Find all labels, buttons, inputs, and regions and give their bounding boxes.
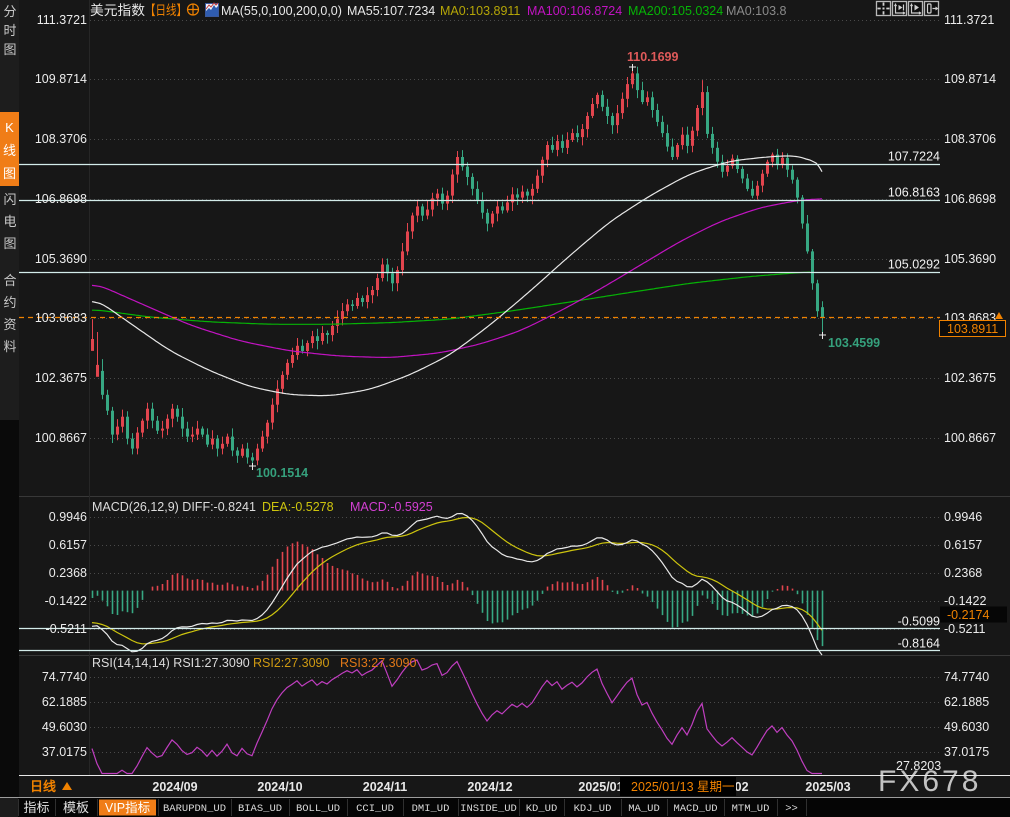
svg-text:约: 约	[3, 295, 16, 310]
svg-text:102.3675: 102.3675	[35, 371, 87, 385]
svg-text:0.9946: 0.9946	[944, 510, 982, 524]
svg-text:106.8163: 106.8163	[888, 186, 940, 200]
svg-text:DMI_UD: DMI_UD	[412, 803, 450, 815]
svg-text:-0.5211: -0.5211	[46, 622, 88, 636]
svg-text:2024/11: 2024/11	[363, 780, 408, 794]
svg-text:MA55:107.7234: MA55:107.7234	[347, 4, 435, 18]
svg-text:0.2368: 0.2368	[49, 566, 87, 580]
svg-text:KD_UD: KD_UD	[526, 803, 558, 815]
svg-text:INSIDE_UD: INSIDE_UD	[460, 803, 517, 815]
svg-text:MACD_UD: MACD_UD	[673, 803, 717, 815]
svg-text:CCI_UD: CCI_UD	[356, 803, 394, 815]
svg-text:VIP指标: VIP指标	[105, 800, 150, 815]
svg-text:BIAS_UD: BIAS_UD	[238, 803, 282, 815]
svg-text:2024/10: 2024/10	[257, 780, 302, 794]
svg-text:MACD:-0.5925: MACD:-0.5925	[350, 500, 433, 514]
svg-text:MACD(26,12,9) DIFF:-0.8241: MACD(26,12,9) DIFF:-0.8241	[92, 500, 256, 514]
svg-text:KDJ_UD: KDJ_UD	[574, 803, 612, 815]
svg-text:图: 图	[3, 42, 16, 57]
svg-text:100.8667: 100.8667	[944, 431, 996, 445]
svg-text:MA0:103.8: MA0:103.8	[726, 4, 787, 18]
svg-text:100.1514: 100.1514	[256, 466, 308, 480]
svg-text:-0.5099: -0.5099	[898, 615, 940, 629]
svg-text:模板: 模板	[63, 800, 89, 815]
svg-text:2025/03: 2025/03	[805, 780, 850, 794]
svg-text:DEA:-0.5278: DEA:-0.5278	[262, 500, 334, 514]
svg-text:2024/09: 2024/09	[152, 780, 197, 794]
svg-text:MTM_UD: MTM_UD	[732, 803, 770, 815]
svg-text:分: 分	[3, 4, 16, 19]
svg-text:110.1699: 110.1699	[627, 50, 678, 64]
svg-text:-0.2174: -0.2174	[947, 608, 989, 622]
svg-text:2024/12: 2024/12	[467, 780, 512, 794]
svg-text:37.0175: 37.0175	[944, 745, 989, 759]
svg-text:>>: >>	[785, 803, 798, 815]
svg-text:103.8911: 103.8911	[947, 322, 998, 336]
svg-text:105.0292: 105.0292	[888, 258, 940, 272]
svg-text:K: K	[5, 120, 14, 135]
svg-text:111.3721: 111.3721	[37, 13, 87, 27]
svg-text:资: 资	[3, 317, 16, 332]
svg-text:合: 合	[3, 273, 16, 288]
svg-text:108.3706: 108.3706	[944, 132, 996, 146]
svg-text:指标: 指标	[23, 800, 49, 815]
svg-text:料: 料	[3, 339, 16, 354]
svg-text:MA_UD: MA_UD	[628, 803, 660, 815]
svg-text:BARUPDN_UD: BARUPDN_UD	[163, 803, 226, 815]
svg-text:美元指数: 美元指数	[90, 3, 146, 18]
svg-text:时: 时	[3, 23, 16, 38]
svg-text:105.3690: 105.3690	[35, 252, 87, 266]
svg-text:74.7740: 74.7740	[944, 670, 989, 684]
svg-text:0.6157: 0.6157	[944, 538, 982, 552]
svg-text:日线: 日线	[30, 779, 56, 794]
svg-text:-0.1422: -0.1422	[45, 594, 87, 608]
svg-text:109.8714: 109.8714	[35, 72, 87, 86]
svg-text:BOLL_UD: BOLL_UD	[296, 803, 340, 815]
svg-text:74.7740: 74.7740	[42, 670, 87, 684]
svg-text:102.3675: 102.3675	[944, 371, 996, 385]
svg-text:MA0:103.8911: MA0:103.8911	[440, 4, 520, 18]
svg-text:【日线】: 【日线】	[145, 3, 187, 18]
svg-text:106.8698: 106.8698	[944, 192, 996, 206]
svg-text:106.8698: 106.8698	[35, 192, 87, 206]
svg-text:RSI(14,14,14) RSI1:27.3090: RSI(14,14,14) RSI1:27.3090	[92, 656, 250, 670]
svg-text:MA200:105.0324: MA200:105.0324	[628, 4, 723, 18]
svg-text:-0.1422: -0.1422	[944, 594, 986, 608]
svg-text:37.0175: 37.0175	[42, 745, 87, 759]
svg-text:2025/01/13 星期一: 2025/01/13 星期一	[631, 780, 735, 794]
svg-text:108.3706: 108.3706	[35, 132, 87, 146]
svg-text:图: 图	[3, 236, 16, 251]
svg-text:图: 图	[3, 166, 16, 181]
svg-text:-0.8164: -0.8164	[898, 637, 940, 651]
svg-text:105.3690: 105.3690	[944, 252, 996, 266]
svg-text:0.2368: 0.2368	[944, 566, 982, 580]
svg-text:RSI3:27.3090: RSI3:27.3090	[340, 656, 416, 670]
svg-text:100.8667: 100.8667	[35, 431, 87, 445]
svg-text:109.8714: 109.8714	[944, 72, 996, 86]
svg-text:RSI2:27.3090: RSI2:27.3090	[253, 656, 329, 670]
svg-text:线: 线	[3, 143, 16, 158]
svg-text:FX678: FX678	[878, 765, 981, 798]
svg-text:MA100:106.8724: MA100:106.8724	[527, 4, 622, 18]
svg-text:111.3721: 111.3721	[944, 13, 994, 27]
svg-text:电: 电	[3, 214, 16, 229]
svg-text:MA(55,0,100,200,0,0): MA(55,0,100,200,0,0)	[221, 4, 342, 18]
svg-text:103.8683: 103.8683	[35, 311, 87, 325]
svg-text:62.1885: 62.1885	[944, 695, 989, 709]
svg-text:闪: 闪	[3, 192, 16, 207]
svg-text:49.6030: 49.6030	[42, 720, 87, 734]
svg-text:103.4599: 103.4599	[828, 336, 880, 350]
svg-text:62.1885: 62.1885	[42, 695, 87, 709]
svg-text:49.6030: 49.6030	[944, 720, 989, 734]
svg-text:-0.5211: -0.5211	[944, 622, 986, 636]
svg-text:0.9946: 0.9946	[49, 510, 87, 524]
svg-text:107.7224: 107.7224	[888, 150, 940, 164]
svg-text:2025/01: 2025/01	[578, 780, 623, 794]
svg-text:0.6157: 0.6157	[49, 538, 87, 552]
